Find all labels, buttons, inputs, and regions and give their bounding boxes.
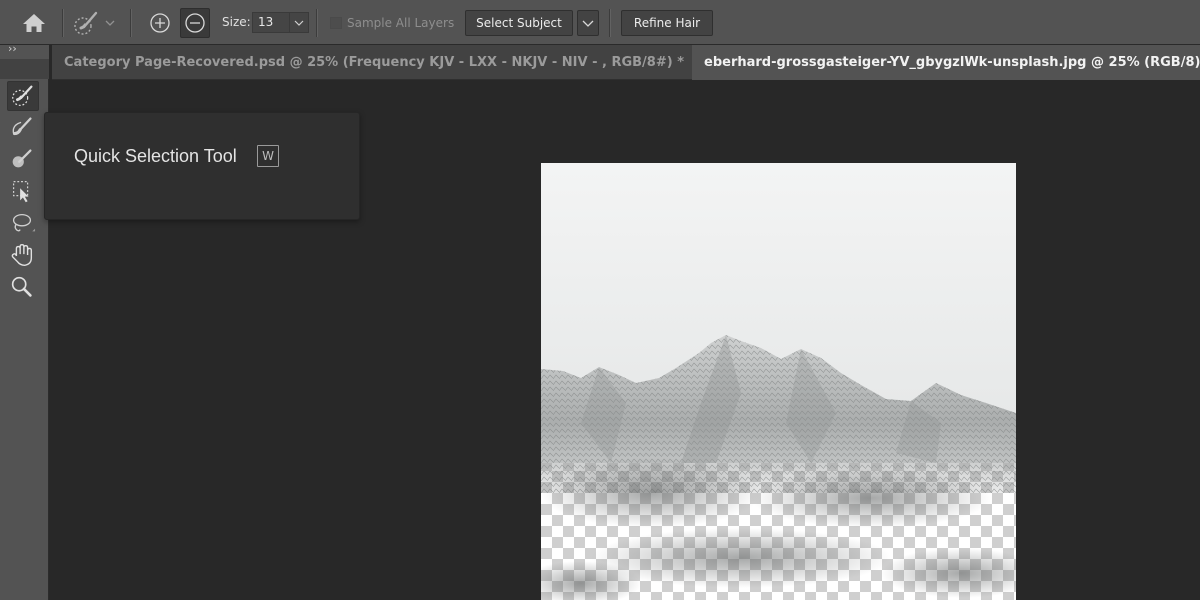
- chevron-down-icon: [582, 20, 594, 27]
- home-icon[interactable]: [20, 11, 48, 35]
- object-selection-icon: [12, 181, 29, 203]
- divider: [130, 9, 132, 37]
- brush-add-icon: [12, 117, 32, 136]
- sample-all-layers-label: Sample All Layers: [347, 16, 455, 30]
- tool-preset-brush-icon[interactable]: [72, 9, 100, 37]
- quick-selection-tool[interactable]: [7, 81, 39, 111]
- sample-all-layers-checkbox[interactable]: [330, 17, 342, 29]
- lasso-icon: [12, 213, 36, 232]
- document-canvas[interactable]: [541, 163, 1016, 600]
- tools-panel: [0, 59, 49, 600]
- tooltip-title: Quick Selection Tool: [74, 146, 237, 166]
- brush-remove-icon: [12, 149, 32, 168]
- tab-label: Category Page-Recovered.psd @ 25% (Frequ…: [64, 55, 685, 70]
- subtract-from-selection-button[interactable]: [180, 8, 210, 38]
- select-subject-dropdown[interactable]: [577, 10, 599, 36]
- divider: [62, 9, 64, 37]
- quick-selection-brush-icon: [12, 85, 33, 106]
- tool-tooltip: Quick Selection Tool W: [44, 112, 360, 220]
- select-subject-button[interactable]: Select Subject: [465, 10, 573, 36]
- refine-hair-button[interactable]: Refine Hair: [621, 10, 713, 36]
- brush-size-dropdown[interactable]: [289, 13, 308, 32]
- tools-panel-grip[interactable]: [0, 59, 49, 79]
- mountain-photo: [541, 163, 1016, 600]
- remove-brush-tool[interactable]: [7, 145, 39, 175]
- hand-icon: [11, 244, 33, 266]
- hand-tool[interactable]: [7, 241, 39, 271]
- document-tab[interactable]: Category Page-Recovered.psd @ 25% (Frequ…: [64, 45, 709, 80]
- chevron-down-icon: [294, 20, 304, 26]
- size-label: Size:: [222, 15, 251, 29]
- toolbar-collapse-button[interactable]: ››: [0, 42, 49, 59]
- lasso-tool[interactable]: [7, 209, 39, 239]
- brush-size-value: 13: [258, 15, 274, 29]
- add-to-selection-icon[interactable]: [146, 9, 174, 37]
- add-brush-tool[interactable]: [7, 113, 39, 143]
- divider: [316, 9, 318, 37]
- divider: [609, 9, 611, 37]
- zoom-icon: [11, 276, 32, 297]
- brush-size-input[interactable]: 13: [252, 12, 309, 33]
- shortcut-key-badge: W: [257, 145, 279, 167]
- tab-label: eberhard-grossgasteiger-YV_gbygzlWk-unsp…: [704, 55, 1200, 70]
- chevron-down-icon[interactable]: [104, 17, 116, 29]
- subtract-from-selection-icon: [185, 13, 205, 33]
- options-bar: Size: 13 Sample All Layers Select Subjec…: [0, 0, 1200, 45]
- collapse-icon: ››: [8, 42, 17, 55]
- zoom-tool[interactable]: [7, 273, 39, 303]
- document-tab-bar: Category Page-Recovered.psd @ 25% (Frequ…: [52, 45, 1200, 80]
- document-tab-active[interactable]: eberhard-grossgasteiger-YV_gbygzlWk-unsp…: [692, 45, 1200, 80]
- object-selection-tool[interactable]: [7, 177, 39, 207]
